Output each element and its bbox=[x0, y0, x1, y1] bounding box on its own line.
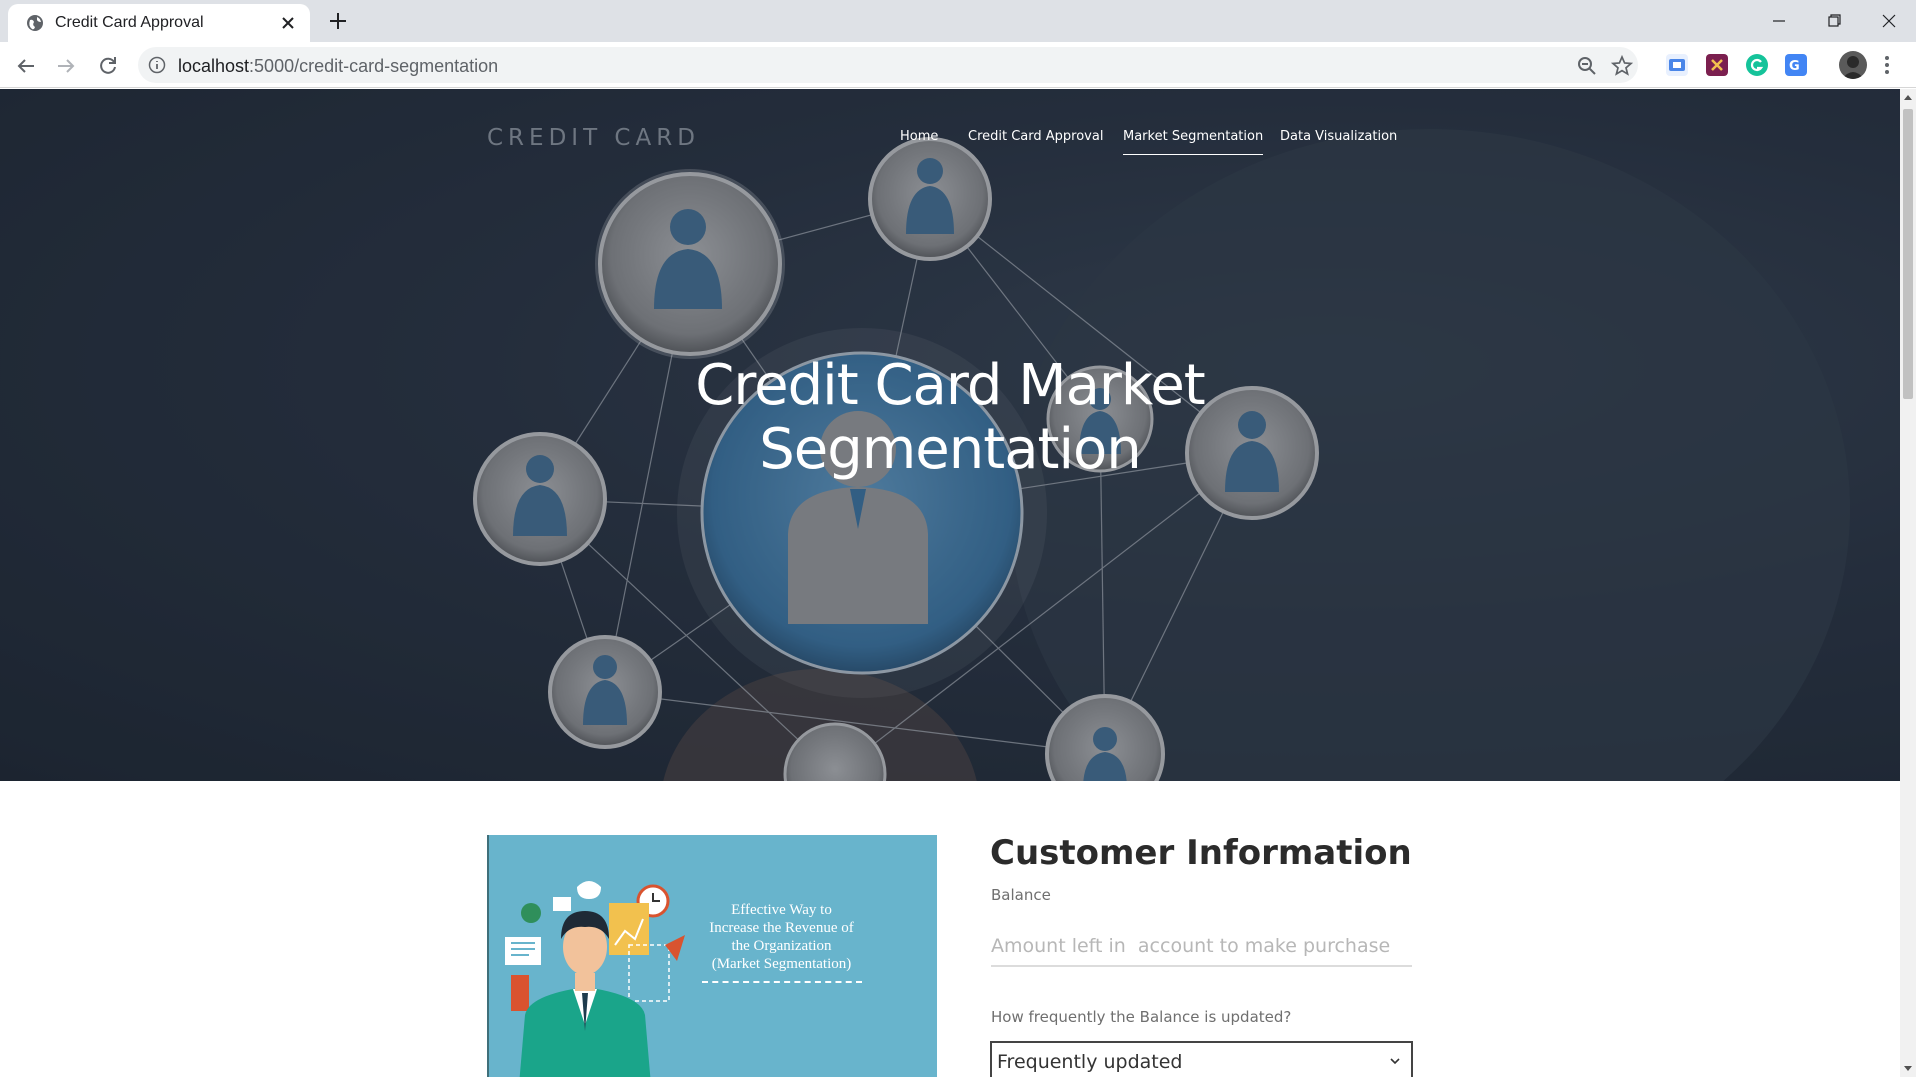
site-logo-text[interactable]: CREDIT CARD bbox=[487, 125, 700, 151]
nav-data-visualization[interactable]: Data Visualization bbox=[1280, 129, 1397, 144]
promo-line: Increase the Revenue of bbox=[709, 920, 854, 936]
scroll-down-arrow-icon[interactable] bbox=[1904, 1066, 1912, 1071]
restore-icon[interactable] bbox=[1811, 6, 1857, 36]
new-tab-icon[interactable] bbox=[326, 9, 350, 33]
close-tab-icon[interactable] bbox=[278, 13, 298, 33]
browser-tab[interactable]: Credit Card Approval bbox=[8, 4, 310, 42]
hero-title: Credit Card Market Segmentation bbox=[600, 354, 1300, 482]
balance-frequency-label: How frequently the Balance is updated? bbox=[991, 1008, 1292, 1026]
browser-tab-strip: Credit Card Approval bbox=[0, 0, 1916, 42]
hero-title-line-2: Segmentation bbox=[759, 417, 1142, 482]
back-arrow-icon[interactable] bbox=[12, 52, 40, 80]
balance-frequency-value: Frequently updated bbox=[997, 1051, 1183, 1073]
grammarly-icon[interactable] bbox=[1746, 54, 1768, 76]
page-scrollbar[interactable] bbox=[1900, 89, 1916, 1077]
extension-cross-icon[interactable] bbox=[1706, 54, 1728, 76]
promo-caption: Effective Way to Increase the Revenue of… bbox=[694, 901, 869, 973]
form-title: Customer Information bbox=[990, 833, 1412, 873]
page-viewport: CREDIT CARD Home Credit Card Approval Ma… bbox=[0, 89, 1900, 1077]
balance-input[interactable] bbox=[991, 927, 1412, 967]
nav-home[interactable]: Home bbox=[900, 129, 938, 144]
promo-illustration: Effective Way to Increase the Revenue of… bbox=[487, 835, 937, 1077]
scroll-up-arrow-icon[interactable] bbox=[1904, 95, 1912, 100]
forward-arrow-icon[interactable] bbox=[52, 52, 80, 80]
globe-icon bbox=[27, 15, 43, 31]
promo-divider bbox=[702, 981, 862, 983]
chevron-down-icon bbox=[1390, 1058, 1400, 1065]
scrollbar-thumb[interactable] bbox=[1903, 109, 1913, 399]
svg-text:G: G bbox=[1789, 59, 1800, 74]
promo-line: Effective Way to bbox=[731, 902, 832, 918]
tab-title: Credit Card Approval bbox=[55, 14, 204, 31]
content-section: Effective Way to Increase the Revenue of… bbox=[0, 781, 1900, 1077]
promo-line: (Market Segmentation) bbox=[711, 956, 852, 972]
balance-label: Balance bbox=[991, 886, 1051, 904]
close-window-icon[interactable] bbox=[1866, 6, 1912, 36]
browser-menu-icon[interactable] bbox=[1882, 54, 1892, 76]
profile-avatar[interactable] bbox=[1839, 51, 1867, 79]
nav-credit-card-approval[interactable]: Credit Card Approval bbox=[968, 129, 1103, 144]
address-bar[interactable]: localhost:5000/credit-card-segmentation bbox=[138, 47, 1638, 83]
info-icon[interactable] bbox=[148, 56, 166, 74]
bookmark-star-icon[interactable] bbox=[1611, 55, 1633, 77]
extension-translate-box-icon[interactable] bbox=[1666, 54, 1688, 76]
balance-frequency-select[interactable]: Frequently updated bbox=[990, 1041, 1413, 1077]
promo-line: the Organization bbox=[731, 938, 832, 954]
hero-banner: CREDIT CARD Home Credit Card Approval Ma… bbox=[0, 89, 1900, 781]
google-translate-icon[interactable]: G bbox=[1785, 54, 1807, 76]
browser-toolbar: localhost:5000/credit-card-segmentation … bbox=[0, 42, 1916, 88]
hero-title-line-1: Credit Card Market bbox=[695, 353, 1206, 418]
minimize-icon[interactable] bbox=[1756, 6, 1802, 36]
nav-market-segmentation[interactable]: Market Segmentation bbox=[1123, 129, 1264, 155]
url-text: localhost:5000/credit-card-segmentation bbox=[178, 56, 499, 76]
zoom-icon[interactable] bbox=[1576, 55, 1598, 77]
reload-icon[interactable] bbox=[94, 52, 122, 80]
